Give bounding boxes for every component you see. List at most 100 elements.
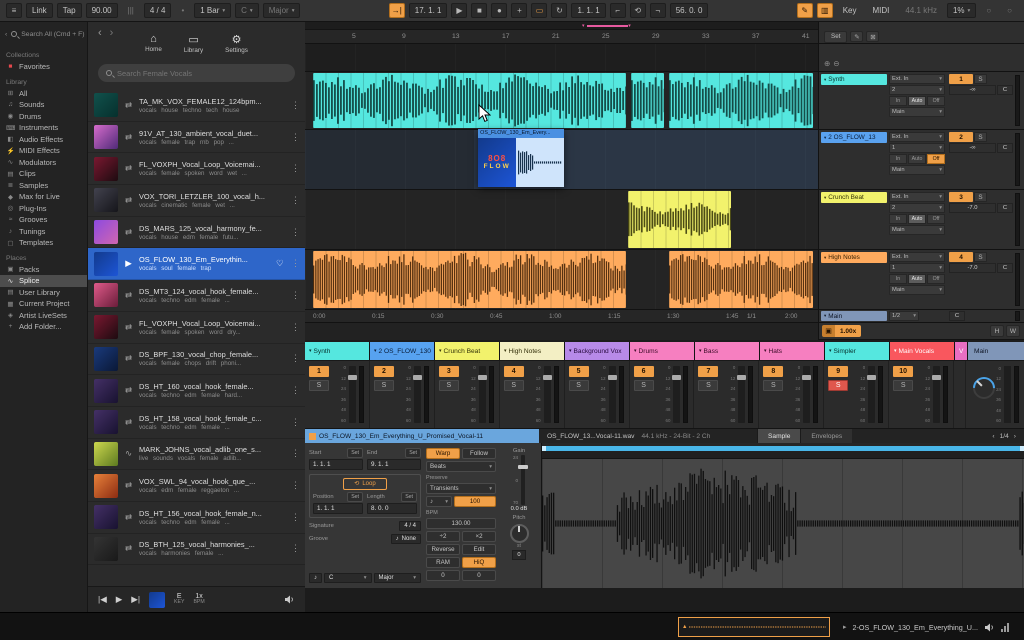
fold-icon[interactable]: ▾	[824, 195, 826, 201]
solo-button[interactable]: S	[893, 380, 913, 391]
track-header-synth[interactable]: ▾Synth Ext. In▾ 2▾ In Auto Off Main▾ 1S …	[819, 72, 1024, 130]
sample-artwork[interactable]	[94, 188, 118, 212]
loop-type-icon[interactable]: ∿	[123, 448, 134, 459]
re-enable-automation-icon[interactable]: ↻	[551, 3, 567, 18]
sample-row[interactable]: ⇄ DS_BPF_130_vocal_chop_female... vocals…	[88, 344, 305, 376]
sidebar-item[interactable]: ■Favorites	[0, 61, 87, 73]
loop-toggle[interactable]: ⟲Loop	[343, 478, 386, 490]
mixer-track-tab[interactable]: ▾Bass	[695, 342, 759, 360]
sample-row[interactable]: ⇄ DS_HT_158_vocal_hook_female_c... vocal…	[88, 407, 305, 439]
arm-button[interactable]: 3	[439, 366, 459, 377]
solo-button[interactable]: S	[763, 380, 783, 391]
monitor-in[interactable]: In	[889, 274, 907, 284]
row-menu-icon[interactable]: ⋮	[291, 195, 299, 206]
sample-artwork[interactable]	[94, 347, 118, 371]
row-menu-icon[interactable]: ⋮	[291, 512, 299, 523]
half-tempo-button[interactable]: ÷2	[426, 531, 460, 542]
sample-row[interactable]: ⇄ VOX_SWL_94_vocal_hook_que_... vocals e…	[88, 470, 305, 502]
monitor-off[interactable]: Off	[927, 154, 945, 164]
punch-out-icon[interactable]: ¬	[650, 3, 666, 18]
loop-type-icon[interactable]: ⇄	[123, 100, 134, 111]
link-button[interactable]: Link	[26, 3, 53, 18]
row-menu-icon[interactable]: ⋮	[291, 163, 299, 174]
double-tempo-button[interactable]: ×2	[462, 531, 496, 542]
input-type-chooser[interactable]: Ext. In▾	[889, 252, 945, 262]
sidebar-item[interactable]: ▤User Library	[0, 287, 87, 299]
sidebar-item[interactable]: ≣Samples	[0, 180, 87, 192]
mixer-track-tab[interactable]: V	[955, 342, 967, 360]
sidebar-item[interactable]: ♪Tunings	[0, 226, 87, 238]
sidebar-item[interactable]: ◧Audio Effects	[0, 134, 87, 146]
sidebar-item[interactable]: ∿Splice	[0, 275, 87, 287]
fold-icon[interactable]: ▾	[824, 255, 826, 261]
volume-fader[interactable]	[803, 366, 810, 423]
transient-loop-mode[interactable]: ♪▾	[426, 496, 452, 507]
loop-type-icon[interactable]: ⇄	[123, 132, 134, 143]
lock-envelopes-icon[interactable]: ⊠	[866, 31, 879, 42]
input-type-chooser[interactable]: Ext. In▾	[889, 132, 945, 142]
midi-map-button[interactable]: MIDI	[867, 3, 896, 18]
monitor-in[interactable]: In	[889, 154, 907, 164]
mixer-track-tab[interactable]: ▾Synth	[305, 342, 369, 360]
solo-button[interactable]: S	[974, 192, 987, 202]
pan-field[interactable]: C	[997, 85, 1013, 95]
arm-button[interactable]: 3	[949, 192, 973, 202]
sample-row[interactable]: ⇄ FL_VOXPH_Vocal_Loop_Voicemai... vocals…	[88, 153, 305, 185]
tab-fold-icon[interactable]: ▾	[699, 348, 702, 354]
solo-button[interactable]: S	[569, 380, 589, 391]
ram-button[interactable]: RAM	[426, 557, 460, 568]
track-name-bar[interactable]: ▾Main	[821, 311, 887, 321]
sample-artwork[interactable]	[94, 93, 118, 117]
track-header-main[interactable]: ▾Main 1/2▾ C	[819, 310, 1024, 323]
sidebar-item[interactable]: ∿Modulators	[0, 157, 87, 169]
monitor-auto[interactable]: Auto	[908, 154, 926, 164]
output-chooser[interactable]: Main▾	[889, 107, 945, 117]
mixer-track-tab[interactable]: ▾2 OS_FLOW_130	[370, 342, 434, 360]
locator-strip[interactable]: ▾ ▾	[305, 22, 818, 30]
pan-field[interactable]: C	[997, 143, 1013, 153]
loop-region-marker[interactable]	[587, 25, 628, 27]
track-name-bar[interactable]: ▾Crunch Beat	[821, 192, 887, 203]
sample-artwork[interactable]	[94, 157, 118, 181]
arm-button[interactable]: 4	[949, 252, 973, 262]
loop-type-icon[interactable]: ⇄	[123, 417, 134, 428]
volume-field[interactable]: -∞	[949, 85, 996, 95]
volume-fader[interactable]	[738, 366, 745, 423]
sample-row[interactable]: ⇄ DS_HT_160_vocal_hook_female... vocals …	[88, 375, 305, 407]
solo-button[interactable]: S	[634, 380, 654, 391]
track-lane-crunch-beat[interactable]	[305, 190, 818, 250]
mixer-track-tab[interactable]: Main	[968, 342, 1024, 360]
scale-menu[interactable]: Major▾	[263, 3, 301, 18]
pager-next-icon[interactable]: ›	[1014, 433, 1016, 440]
sidebar-item[interactable]: ▣Packs	[0, 264, 87, 276]
scale-name-chooser[interactable]: Major▾	[374, 573, 422, 583]
arm-button[interactable]: 2	[374, 366, 394, 377]
mixer-channel[interactable]: 9 S 01224 364860	[824, 361, 889, 428]
solo-button[interactable]: S	[439, 380, 459, 391]
pager-prev-icon[interactable]: ‹	[992, 433, 994, 440]
play-button[interactable]: ▶	[451, 3, 467, 18]
mixer-track-tab[interactable]: ▾Main Vocals	[890, 342, 954, 360]
output-meter-icon[interactable]	[1001, 622, 1009, 632]
sidebar-item[interactable]: ▤Clips	[0, 168, 87, 180]
mixer-channel[interactable]: 5 S 01224 364860	[565, 361, 630, 428]
input-type-chooser[interactable]: Ext. In▾	[889, 74, 945, 84]
sample-artwork[interactable]	[94, 410, 118, 434]
volume-field[interactable]: -∞	[949, 143, 996, 153]
loop-switch-icon[interactable]: ⟲	[630, 3, 646, 18]
mixer-channel[interactable]: 3 S 01224 364860	[435, 361, 500, 428]
nav-home[interactable]: ⌂Home	[145, 33, 162, 53]
key-map-button[interactable]: Key	[837, 3, 863, 18]
track-header-crunch-beat[interactable]: ▾Crunch Beat Ext. In▾ 2▾ In Auto Off Mai…	[819, 190, 1024, 250]
audio-clip[interactable]	[669, 73, 814, 128]
tab-fold-icon[interactable]: ▾	[569, 348, 572, 354]
next-sample-icon[interactable]: ▶|	[131, 594, 140, 605]
nav-library[interactable]: ▭Library	[184, 33, 203, 54]
tab-fold-icon[interactable]: ▾	[764, 348, 767, 354]
tab-fold-icon[interactable]: ▾	[634, 348, 637, 354]
output-chooser[interactable]: Main▾	[889, 225, 945, 235]
loop-type-icon[interactable]: ⇄	[123, 290, 134, 301]
output-chooser[interactable]: Main▾	[889, 285, 945, 295]
sample-artwork[interactable]	[94, 442, 118, 466]
tempo-field[interactable]: 90.00	[86, 3, 118, 18]
